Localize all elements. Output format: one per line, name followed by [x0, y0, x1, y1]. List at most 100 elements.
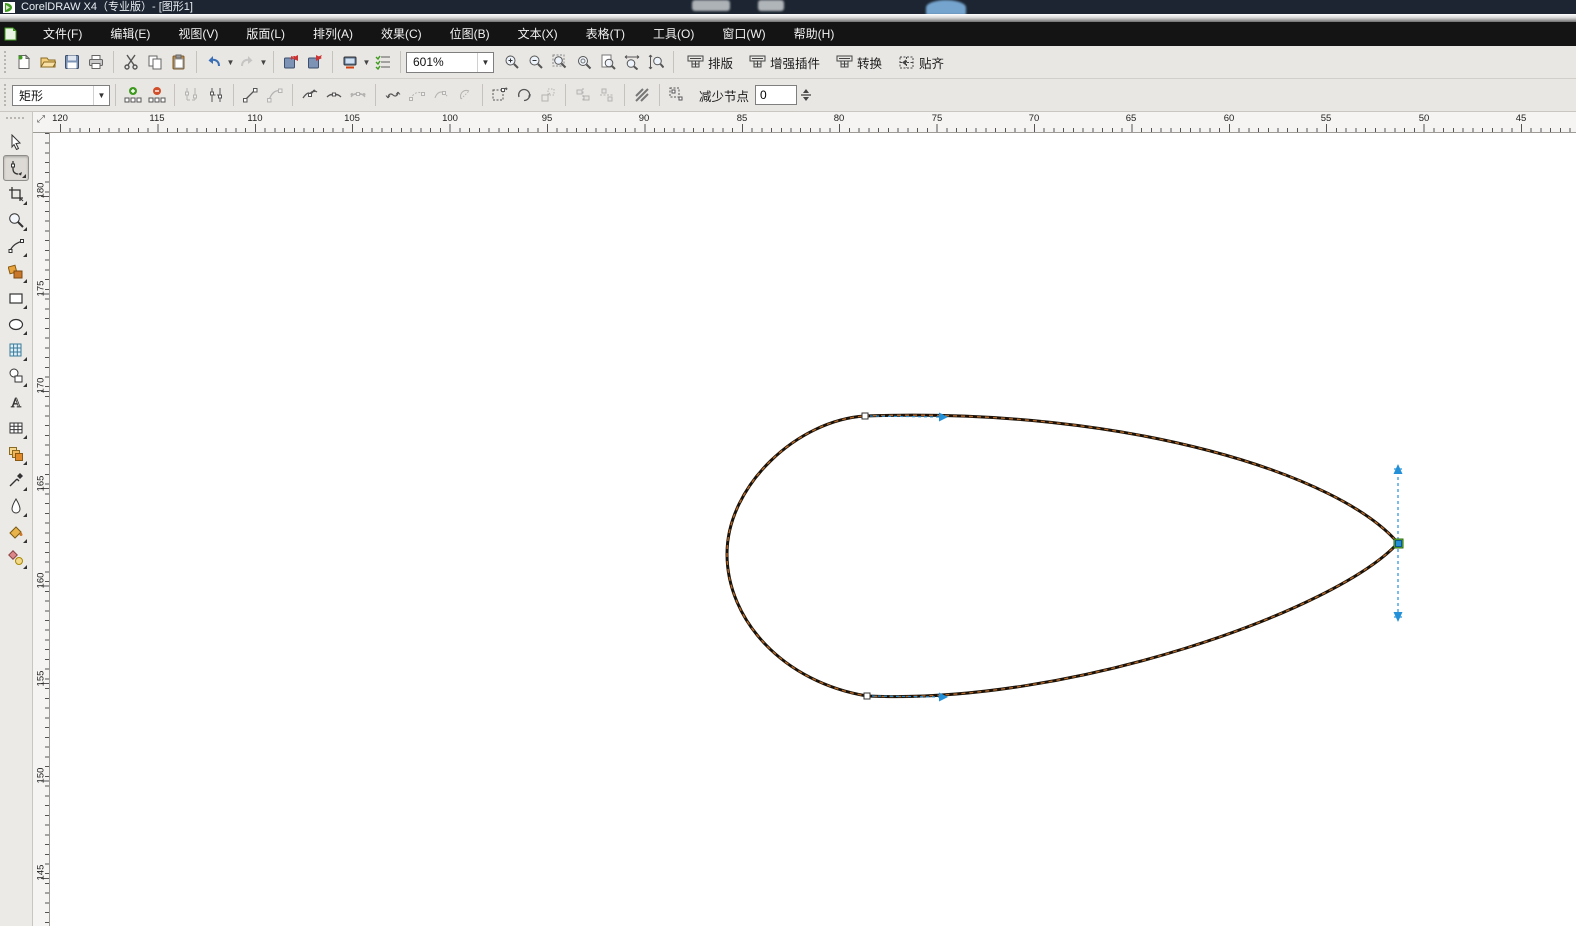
zoom-in-icon[interactable] [500, 50, 524, 74]
curve-object[interactable] [50, 133, 1576, 926]
table-tool[interactable] [3, 415, 29, 441]
rotate-skew-nodes-icon[interactable] [512, 83, 536, 107]
graph-paper-tool[interactable] [3, 337, 29, 363]
cusp-node-icon[interactable] [298, 83, 322, 107]
undo-icon[interactable] [202, 50, 226, 74]
curve-node[interactable] [862, 413, 868, 419]
extend-curve-close-icon[interactable] [405, 83, 429, 107]
ellipse-tool[interactable] [3, 311, 29, 337]
curve-node-selected[interactable] [1394, 539, 1403, 548]
zoom-out-icon[interactable] [524, 50, 548, 74]
chevron-down-icon[interactable]: ▼ [477, 53, 493, 72]
plugin-button-typeset[interactable]: 排版 [679, 49, 741, 75]
break-curve-icon[interactable] [204, 83, 228, 107]
shape-tool[interactable] [3, 155, 29, 181]
zoom-tool[interactable] [3, 207, 29, 233]
reduce-nodes-input[interactable]: 0 [755, 85, 797, 105]
open-icon[interactable] [36, 50, 60, 74]
convert-to-line-icon[interactable] [239, 83, 263, 107]
scale-nodes-icon[interactable] [536, 83, 560, 107]
import-icon[interactable] [279, 50, 303, 74]
fill-tool[interactable] [3, 519, 29, 545]
toolbox-grip[interactable] [6, 115, 26, 121]
join-nodes-icon[interactable] [180, 83, 204, 107]
menu-item-help[interactable]: 帮助(H) [780, 22, 849, 46]
chevron-down-icon[interactable]: ▼ [93, 86, 109, 105]
convert-to-curve-icon[interactable] [263, 83, 287, 107]
export-icon[interactable] [303, 50, 327, 74]
delete-node-icon[interactable] [145, 83, 169, 107]
menu-item-tools[interactable]: 工具(O) [639, 22, 708, 46]
plugin-button-label: 转换 [857, 53, 882, 72]
text-tool[interactable]: A [3, 389, 29, 415]
zoom-page-icon[interactable] [596, 50, 620, 74]
stretch-nodes-icon[interactable] [488, 83, 512, 107]
freehand-tool[interactable] [3, 233, 29, 259]
rectangle-tool[interactable] [3, 285, 29, 311]
crop-tool[interactable] [3, 181, 29, 207]
copy-icon[interactable] [143, 50, 167, 74]
menu-item-view[interactable]: 视图(V) [164, 22, 232, 46]
app-launcher-dropdown-arrow[interactable]: ▼ [362, 50, 371, 74]
redo-icon[interactable] [235, 50, 259, 74]
extract-subpath-icon[interactable] [429, 83, 453, 107]
horizontal-ruler[interactable]: ⤢ 120 115 110 105 100 95 90 85 80 75 70 … [33, 112, 1576, 133]
app-launcher-icon[interactable] [338, 50, 362, 74]
zoom-level-combo[interactable]: 601% ▼ [406, 52, 494, 73]
distribute-nodes-icon[interactable] [595, 83, 619, 107]
symmetrical-node-icon[interactable] [346, 83, 370, 107]
undo-dropdown-arrow[interactable]: ▼ [226, 50, 235, 74]
zoom-page-width-icon[interactable] [620, 50, 644, 74]
propbar-grip[interactable] [3, 84, 8, 106]
menu-item-bitmaps[interactable]: 位图(B) [436, 22, 504, 46]
paste-icon[interactable] [167, 50, 191, 74]
curve-outline[interactable] [727, 415, 1398, 696]
zoom-all-objects-icon[interactable] [572, 50, 596, 74]
menu-item-file[interactable]: 文件(F) [29, 22, 96, 46]
smooth-node-icon[interactable] [322, 83, 346, 107]
menu-item-table[interactable]: 表格(T) [572, 22, 639, 46]
new-icon[interactable] [12, 50, 36, 74]
options-icon[interactable] [371, 50, 395, 74]
vertical-ruler[interactable]: 180 175 170 165 160 155 150 145 [33, 133, 50, 926]
basic-shapes-tool[interactable] [3, 363, 29, 389]
plugin-button-enhance[interactable]: 增强插件 [741, 49, 828, 75]
hruler-label: 110 [242, 113, 268, 124]
zoom-page-height-icon[interactable] [644, 50, 668, 74]
vruler-label: 155 [36, 666, 47, 692]
print-icon[interactable] [84, 50, 108, 74]
close-curve-icon[interactable] [453, 83, 477, 107]
menu-item-effects[interactable]: 效果(C) [367, 22, 436, 46]
reduce-nodes-stepper[interactable] [797, 83, 815, 107]
reduce-nodes-label: 减少节点 [699, 86, 749, 105]
typeset-icon [687, 55, 704, 70]
ruler-origin-icon[interactable]: ⤢ [37, 114, 45, 125]
outline-pen-tool[interactable] [3, 493, 29, 519]
select-all-nodes-icon[interactable] [665, 83, 689, 107]
blend-tool[interactable] [3, 441, 29, 467]
zoom-selected-icon[interactable] [548, 50, 572, 74]
menu-item-layout[interactable]: 版面(L) [232, 22, 299, 46]
menu-item-window[interactable]: 窗口(W) [708, 22, 779, 46]
eyedropper-tool[interactable] [3, 467, 29, 493]
save-icon[interactable] [60, 50, 84, 74]
redo-dropdown-arrow[interactable]: ▼ [259, 50, 268, 74]
align-nodes-icon[interactable] [571, 83, 595, 107]
toolbar-grip[interactable] [3, 51, 8, 73]
menu-item-text[interactable]: 文本(X) [504, 22, 572, 46]
titlebar-gradient-edge [0, 14, 1576, 22]
plugin-button-snap[interactable]: 贴齐 [890, 49, 952, 75]
pick-tool[interactable] [3, 129, 29, 155]
interactive-fill-tool[interactable] [3, 545, 29, 571]
menu-item-edit[interactable]: 编辑(E) [96, 22, 164, 46]
plugin-button-convert[interactable]: 转换 [828, 49, 890, 75]
reverse-direction-icon[interactable] [381, 83, 405, 107]
menu-item-arrange[interactable]: 排列(A) [299, 22, 367, 46]
drawing-canvas[interactable] [50, 133, 1576, 926]
smart-fill-tool[interactable] [3, 259, 29, 285]
shape-preset-combo[interactable]: 矩形 ▼ [12, 85, 110, 106]
elastic-mode-icon[interactable] [630, 83, 654, 107]
add-node-icon[interactable] [121, 83, 145, 107]
curve-node[interactable] [864, 693, 870, 699]
cut-icon[interactable] [119, 50, 143, 74]
